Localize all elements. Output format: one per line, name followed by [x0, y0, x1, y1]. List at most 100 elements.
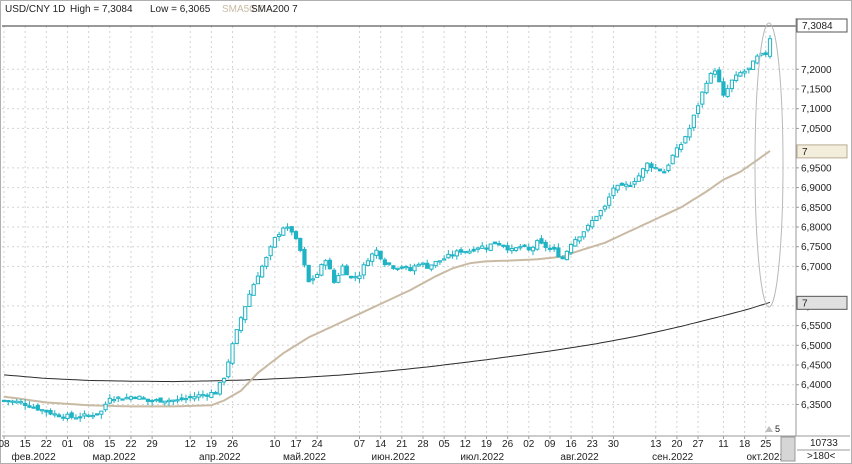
candle-body [657, 168, 663, 172]
x-tick-label: 12 [460, 439, 472, 450]
bars-count: 10733 [810, 438, 838, 449]
candle-body [454, 250, 459, 257]
y-tick-label: 7,1000 [801, 104, 832, 115]
candle-body [226, 361, 231, 378]
candle-body [645, 162, 650, 172]
candle-body [700, 91, 705, 105]
candle-body [302, 248, 307, 266]
candle-body [467, 250, 472, 254]
x-tick-label: 18 [739, 439, 751, 450]
candle-body [535, 240, 540, 250]
candle-body [298, 237, 303, 251]
candle [137, 395, 142, 400]
header-symbol: USD/CNY 1D [5, 4, 65, 15]
candle [535, 239, 540, 251]
candle-body [196, 394, 201, 398]
x-tick-label: 05 [439, 439, 451, 450]
candle-body [276, 234, 282, 238]
x-tick-label: 28 [417, 439, 429, 450]
candle [95, 413, 100, 416]
candle-body [192, 396, 197, 400]
candle-body [458, 249, 464, 253]
candle-body [492, 241, 498, 245]
x-tick-label: 12 [185, 439, 197, 450]
candle [251, 282, 256, 296]
candle-body [247, 293, 252, 307]
candle [750, 60, 756, 70]
candle-body [264, 256, 269, 267]
candle-body [285, 226, 290, 229]
candle [230, 342, 235, 366]
candle [293, 229, 299, 241]
candle-body [154, 398, 159, 402]
candle-body [488, 243, 493, 251]
candle-body [598, 210, 603, 217]
candle-body [742, 70, 747, 74]
candle-body [501, 244, 506, 247]
candle-body [412, 265, 417, 272]
candle-body [382, 259, 387, 266]
candle-body [331, 269, 337, 283]
candle-body [251, 284, 256, 296]
candle [657, 168, 663, 172]
candle-body [662, 171, 667, 174]
price-chart[interactable]: USD/CNY 1D High = 7,3084 Low = 6,3065 SM… [0, 0, 852, 464]
x-tick-label: 30 [608, 439, 620, 450]
candle-body [712, 70, 718, 75]
candle-body [289, 226, 294, 233]
candle-body [518, 246, 523, 249]
x-month-label: сен.2022 [652, 452, 694, 463]
candle-body [221, 377, 227, 383]
candle-body [365, 260, 371, 267]
candle-body [162, 400, 167, 404]
candle-body [611, 187, 616, 197]
y-tick-label: 6,8500 [801, 203, 832, 214]
candle-body [361, 264, 366, 276]
candle-body [585, 224, 591, 231]
candle-body [31, 406, 36, 409]
range-label[interactable]: >180< [807, 451, 836, 462]
candle-body [183, 397, 189, 401]
candle-body [729, 79, 735, 90]
candle [217, 382, 222, 396]
candle-body [61, 416, 66, 419]
candle-body [133, 396, 138, 399]
candle-body [145, 398, 150, 402]
x-tick-label: 25 [760, 439, 772, 450]
candle-body [188, 395, 193, 399]
x-tick-label: 15 [104, 439, 116, 450]
x-tick-label: 14 [375, 439, 387, 450]
candle-body [340, 265, 345, 276]
candle [302, 246, 307, 268]
candle [670, 154, 675, 165]
candle-body [640, 168, 646, 178]
candle-body [484, 247, 489, 250]
candle-body [624, 183, 629, 187]
candle-body [530, 246, 536, 252]
y-tick-label: 7,2000 [801, 65, 832, 76]
x-month-label: апр.2022 [199, 452, 241, 463]
candle-body [200, 394, 206, 397]
candle-body [649, 163, 654, 169]
candle-body [691, 114, 696, 129]
x-month-label: июл.2022 [460, 452, 504, 463]
candle-body [446, 253, 451, 259]
y-tick-label: 6,8000 [801, 223, 832, 234]
candle-body [738, 72, 743, 77]
candle-body [213, 391, 218, 395]
candle-body [480, 245, 485, 249]
candle-body [408, 267, 413, 272]
candle-body [577, 236, 582, 242]
candle-body [56, 414, 62, 418]
candle-body [52, 413, 57, 416]
scroll-handle[interactable] [780, 436, 796, 462]
candle-body [39, 409, 45, 412]
candle-body [674, 147, 679, 158]
candle-body [370, 253, 375, 262]
candle [708, 72, 713, 84]
candle-body [327, 259, 332, 270]
candle-body [636, 175, 641, 182]
y-tick-label: 6,4000 [801, 380, 832, 391]
candle-body [628, 184, 633, 188]
x-tick-label: 08 [0, 439, 10, 450]
